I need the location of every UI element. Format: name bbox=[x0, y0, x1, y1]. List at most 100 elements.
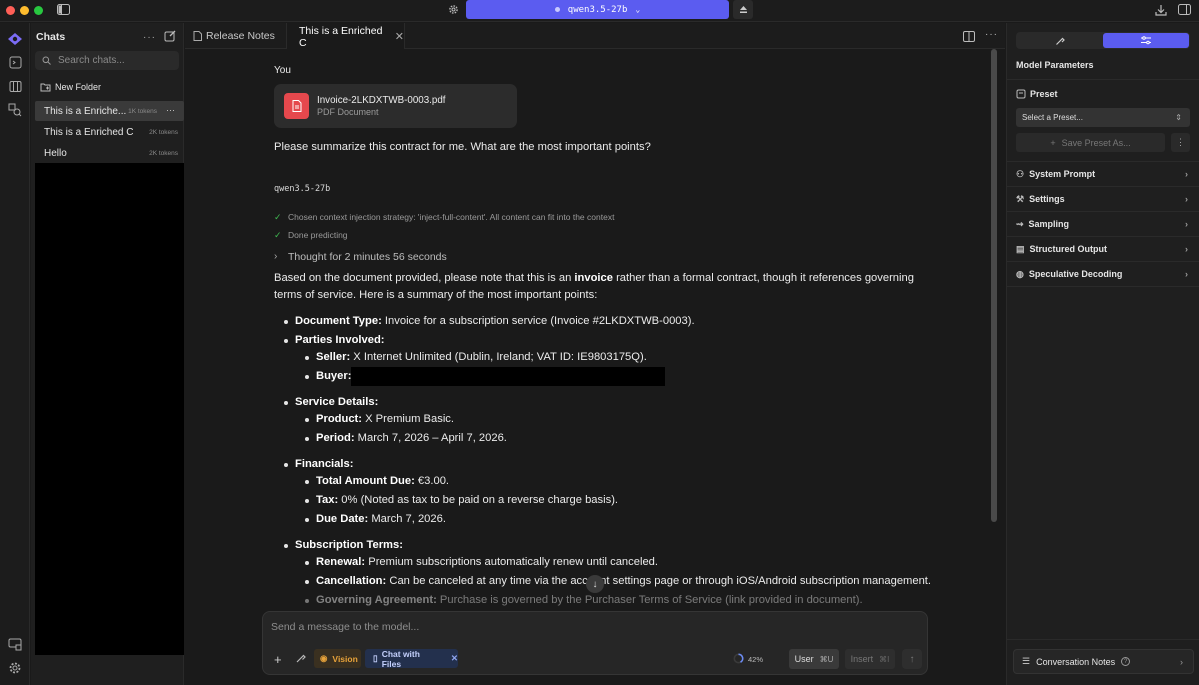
eject-icon bbox=[739, 6, 747, 13]
list-bullet bbox=[284, 320, 288, 324]
chat-item-label: Hello bbox=[44, 147, 67, 159]
chat-item-tokens: 2K tokens bbox=[149, 149, 178, 157]
chat-icon[interactable] bbox=[7, 54, 23, 70]
list-item-cancellation: Cancellation: Can be canceled at any tim… bbox=[316, 575, 932, 587]
chat-item-more-icon[interactable]: ··· bbox=[166, 105, 175, 115]
preset-more-icon[interactable]: ⋮ bbox=[1171, 133, 1190, 152]
search-icon bbox=[42, 56, 51, 65]
preset-icon bbox=[1016, 89, 1026, 99]
panel-mode-switch bbox=[1016, 32, 1190, 49]
notes-icon: ☰ bbox=[1022, 656, 1031, 666]
message-input[interactable]: Send a message to the model... bbox=[271, 621, 419, 633]
tab-label: This is a Enriched C bbox=[299, 24, 383, 49]
models-icon[interactable] bbox=[7, 78, 23, 94]
wrench-icon bbox=[1055, 37, 1065, 45]
tab-active-chat[interactable]: This is a Enriched C ✕ bbox=[286, 23, 405, 50]
section-system-prompt[interactable]: ⚇ System Prompt › bbox=[1007, 162, 1199, 187]
tools-tab[interactable] bbox=[1016, 32, 1103, 49]
chevron-right-icon: › bbox=[1185, 169, 1188, 179]
gear-icon[interactable] bbox=[448, 4, 459, 15]
app-logo-icon[interactable] bbox=[7, 31, 23, 47]
new-chat-icon[interactable] bbox=[164, 30, 176, 42]
list-item-product: Product: X Premium Basic. bbox=[316, 413, 455, 425]
minimize-window-button[interactable] bbox=[20, 6, 29, 15]
list-bullet bbox=[305, 499, 309, 503]
tab-release-notes[interactable]: Release Notes bbox=[185, 23, 285, 49]
list-bullet bbox=[305, 375, 309, 379]
scrollbar-thumb[interactable] bbox=[991, 49, 997, 522]
nav-rail bbox=[0, 23, 30, 685]
chat-list-item-active[interactable]: This is a Enriche... 1K tokens ··· bbox=[35, 101, 184, 121]
remove-badge-icon[interactable]: ✕ bbox=[451, 653, 458, 664]
chevron-right-icon[interactable]: › bbox=[274, 251, 277, 262]
conversation-notes-button[interactable]: ☰ Conversation Notes ? › bbox=[1013, 649, 1194, 674]
tab-label: Release Notes bbox=[206, 30, 275, 42]
wrench-icon: ⚒ bbox=[1016, 193, 1025, 204]
settings-gear-icon[interactable] bbox=[7, 660, 23, 676]
response-intro-line1: Based on the document provided, please n… bbox=[274, 272, 914, 284]
model-selector[interactable]: qwen3.5-27b ⌄ bbox=[466, 0, 729, 19]
attachment-type: PDF Document bbox=[317, 107, 379, 117]
scroll-to-bottom-button[interactable]: ↓ bbox=[586, 575, 604, 593]
new-folder-button[interactable]: New Folder bbox=[35, 78, 184, 95]
model-dot-icon bbox=[554, 7, 560, 12]
file-icon: ▯ bbox=[373, 653, 378, 663]
save-preset-button[interactable]: + Save Preset As... bbox=[1016, 133, 1165, 152]
sampling-icon: ⇝ bbox=[1016, 218, 1024, 229]
eject-model-button[interactable] bbox=[733, 0, 753, 19]
pdf-attachment-card[interactable]: Invoice-2LKDXTWB-0003.pdf PDF Document bbox=[274, 84, 517, 128]
section-speculative-decoding[interactable]: ◍ Speculative Decoding › bbox=[1007, 262, 1199, 287]
vision-badge[interactable]: ◉ Vision bbox=[314, 649, 361, 668]
list-item-total: Total Amount Due: €3.00. bbox=[316, 475, 450, 487]
user-role-button[interactable]: User ⌘U bbox=[789, 649, 839, 669]
chat-list-item[interactable]: This is a Enriched C 2K tokens bbox=[35, 122, 184, 142]
document-icon bbox=[193, 31, 202, 41]
check-icon: ✓ bbox=[274, 212, 282, 222]
model-name: qwen3.5-27b bbox=[567, 4, 628, 15]
list-bullet bbox=[305, 580, 309, 584]
list-bullet bbox=[284, 401, 288, 405]
status-line: Done predicting bbox=[288, 230, 348, 240]
status-line: Chosen context injection strategy: 'inje… bbox=[288, 212, 615, 222]
chat-list-item[interactable]: Hello 2K tokens bbox=[35, 143, 184, 163]
split-view-icon[interactable] bbox=[963, 31, 975, 42]
preset-select[interactable]: Select a Preset... ⇕ bbox=[1016, 108, 1190, 127]
arrow-up-icon: ↑ bbox=[909, 653, 915, 665]
list-item-subscription: Subscription Terms: bbox=[295, 539, 403, 551]
right-panel-toggle-icon[interactable] bbox=[1178, 4, 1191, 15]
chat-with-files-badge[interactable]: ▯ Chat with Files ✕ bbox=[365, 649, 458, 669]
context-usage-ring-icon bbox=[733, 653, 744, 664]
list-item-service: Service Details: bbox=[295, 396, 379, 408]
parameters-tab[interactable] bbox=[1103, 33, 1189, 48]
attachment-name: Invoice-2LKDXTWB-0003.pdf bbox=[317, 95, 446, 106]
add-attachment-icon[interactable]: + bbox=[274, 652, 282, 667]
model-parameters-panel: Model Parameters Preset Select a Preset.… bbox=[1006, 23, 1199, 685]
title-bar: qwen3.5-27b ⌄ bbox=[0, 0, 1199, 22]
help-icon[interactable]: ? bbox=[1121, 657, 1131, 666]
section-sampling[interactable]: ⇝ Sampling › bbox=[1007, 212, 1199, 237]
thought-toggle[interactable]: Thought for 2 minutes 56 seconds bbox=[288, 251, 447, 263]
send-button[interactable]: ↑ bbox=[902, 649, 922, 669]
section-structured-output[interactable]: ▤ Structured Output › bbox=[1007, 237, 1199, 262]
developer-icon[interactable] bbox=[7, 636, 23, 652]
response-intro-line2: terms of service. Here is a summary of t… bbox=[274, 289, 598, 301]
more-options-icon[interactable]: ··· bbox=[143, 32, 156, 43]
sidebar-toggle-icon[interactable] bbox=[57, 4, 70, 15]
check-icon: ✓ bbox=[274, 230, 282, 240]
close-tab-icon[interactable]: ✕ bbox=[395, 30, 404, 43]
discover-icon[interactable] bbox=[7, 102, 23, 118]
insert-button[interactable]: Insert ⌘I bbox=[845, 649, 895, 669]
new-folder-label: New Folder bbox=[55, 81, 102, 92]
conversation-view: You Invoice-2LKDXTWB-0003.pdf PDF Docume… bbox=[185, 49, 1005, 685]
tools-icon[interactable] bbox=[295, 653, 306, 664]
close-window-button[interactable] bbox=[6, 6, 15, 15]
plus-icon: + bbox=[1050, 137, 1056, 148]
zoom-window-button[interactable] bbox=[34, 6, 43, 15]
list-bullet bbox=[305, 437, 309, 441]
search-chats-input[interactable]: Search chats... bbox=[35, 51, 179, 70]
sliders-icon bbox=[1141, 36, 1151, 45]
section-settings[interactable]: ⚒ Settings › bbox=[1007, 187, 1199, 212]
tab-more-icon[interactable]: ··· bbox=[985, 29, 998, 40]
preset-label: Preset bbox=[1030, 89, 1058, 99]
download-icon[interactable] bbox=[1155, 4, 1167, 16]
